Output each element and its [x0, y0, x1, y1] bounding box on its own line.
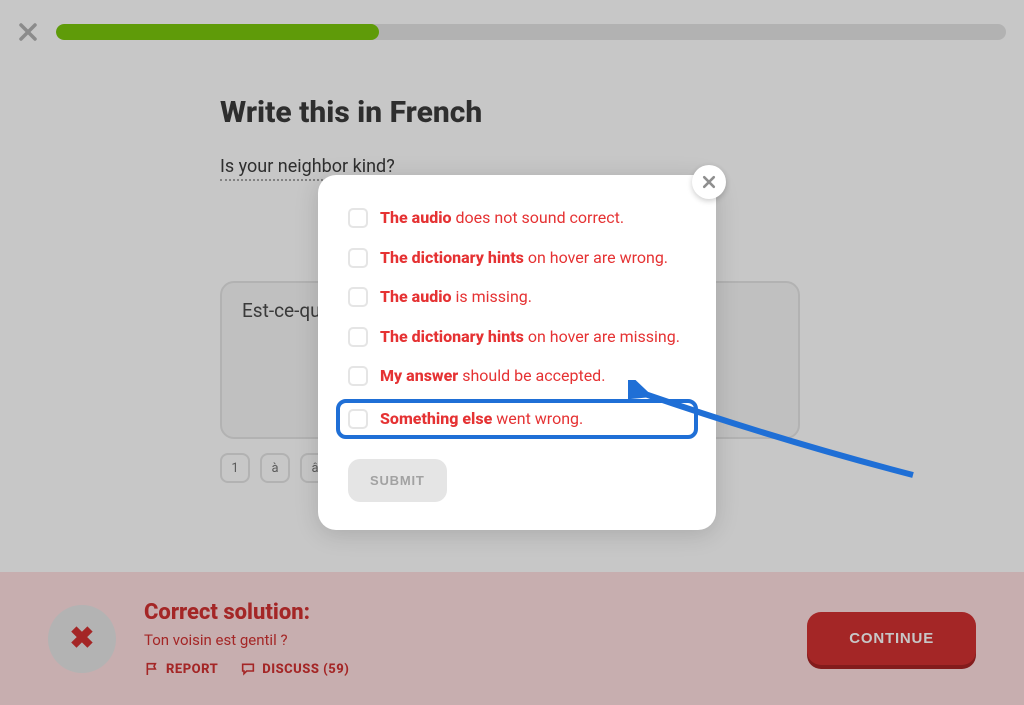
- checkbox[interactable]: [348, 287, 368, 307]
- option-text: The audio is missing.: [380, 286, 532, 308]
- report-option[interactable]: The audio does not sound correct.: [348, 205, 686, 231]
- report-modal: The audio does not sound correct. The dic…: [318, 175, 716, 530]
- option-text: Something else went wrong.: [380, 408, 583, 430]
- modal-close-button[interactable]: [692, 165, 726, 199]
- report-option[interactable]: The dictionary hints on hover are missin…: [348, 324, 686, 350]
- checkbox[interactable]: [348, 248, 368, 268]
- report-options-list: The audio does not sound correct. The dic…: [348, 205, 686, 435]
- report-option[interactable]: The audio is missing.: [348, 284, 686, 310]
- option-text: The dictionary hints on hover are missin…: [380, 326, 680, 348]
- submit-report-button[interactable]: SUBMIT: [348, 459, 447, 502]
- option-text: My answer should be accepted.: [380, 365, 605, 387]
- close-icon: [701, 174, 717, 190]
- checkbox[interactable]: [348, 366, 368, 386]
- option-text: The audio does not sound correct.: [380, 207, 624, 229]
- checkbox[interactable]: [348, 409, 368, 429]
- option-text: The dictionary hints on hover are wrong.: [380, 247, 668, 269]
- checkbox[interactable]: [348, 208, 368, 228]
- report-option[interactable]: The dictionary hints on hover are wrong.: [348, 245, 686, 271]
- report-option[interactable]: Something else went wrong.: [340, 403, 694, 435]
- report-option[interactable]: My answer should be accepted.: [348, 363, 686, 389]
- checkbox[interactable]: [348, 327, 368, 347]
